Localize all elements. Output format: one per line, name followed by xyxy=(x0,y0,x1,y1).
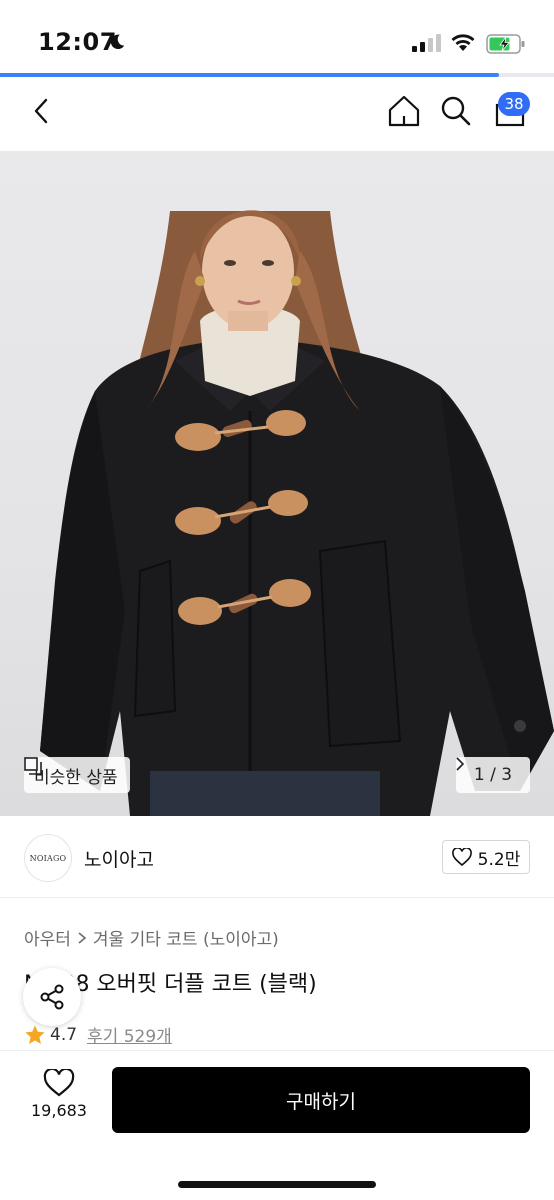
image-page-text: 1 / 3 xyxy=(473,765,513,785)
battery-charging-icon xyxy=(486,34,525,54)
brand-like-button[interactable]: 5.2만 xyxy=(442,840,530,874)
wishlist-button[interactable]: 19,683 xyxy=(18,1069,100,1129)
brand-logo-text: NOIAGO xyxy=(29,853,67,863)
rating-value: 4.7 xyxy=(50,1024,78,1045)
search-button[interactable] xyxy=(436,91,476,131)
similar-items-icon xyxy=(24,757,42,775)
wishlist-count: 19,683 xyxy=(31,1101,87,1120)
breadcrumb-category[interactable]: 아우터 xyxy=(24,925,71,950)
brand-row: NOIAGO 노이아고 5.2만 xyxy=(0,816,554,898)
wifi-icon xyxy=(451,34,475,51)
breadcrumb-subcategory[interactable]: 겨울 기타 코트 (노이아고) xyxy=(93,925,279,950)
star-icon xyxy=(25,1024,45,1044)
top-nav-bar xyxy=(0,77,554,151)
brand-logo[interactable]: NOIAGO xyxy=(24,834,72,882)
home-button[interactable] xyxy=(384,91,424,131)
status-time: 12:07 xyxy=(38,28,117,56)
cart-count-badge: 38 xyxy=(498,92,530,116)
similar-products-label: 비슷한 상품 xyxy=(34,767,118,788)
brand-name[interactable]: 노이아고 xyxy=(84,845,154,872)
product-photo xyxy=(40,210,554,816)
chevron-right-icon xyxy=(78,931,87,944)
bottom-action-bar: 19,683 구매하기 xyxy=(0,1050,554,1200)
chevron-right-icon xyxy=(456,757,464,771)
home-icon xyxy=(388,95,420,127)
home-indicator xyxy=(178,1181,376,1188)
similar-products-button[interactable]: 비슷한 상품 xyxy=(24,757,130,793)
brand-like-count: 5.2만 xyxy=(477,849,521,870)
heart-icon xyxy=(451,848,472,866)
heart-icon xyxy=(43,1069,75,1097)
chevron-left-icon xyxy=(34,98,48,124)
moon-icon xyxy=(110,34,125,50)
share-button[interactable] xyxy=(23,968,81,1026)
product-image-carousel[interactable]: 비슷한 상품 1 / 3 xyxy=(0,151,554,816)
status-bar: 12:07 xyxy=(0,0,554,77)
review-count-link[interactable]: 후기 529개 xyxy=(87,1022,172,1047)
buy-button[interactable]: 구매하기 xyxy=(112,1067,530,1133)
search-icon xyxy=(441,96,471,126)
cellular-signal-icon xyxy=(412,34,441,52)
image-page-indicator[interactable]: 1 / 3 xyxy=(456,757,530,793)
share-icon xyxy=(40,984,64,1010)
rating-row: 4.7 후기 529개 xyxy=(24,1022,172,1047)
breadcrumb: 아우터 겨울 기타 코트 (노이아고) xyxy=(24,925,279,950)
back-button[interactable] xyxy=(22,91,62,131)
